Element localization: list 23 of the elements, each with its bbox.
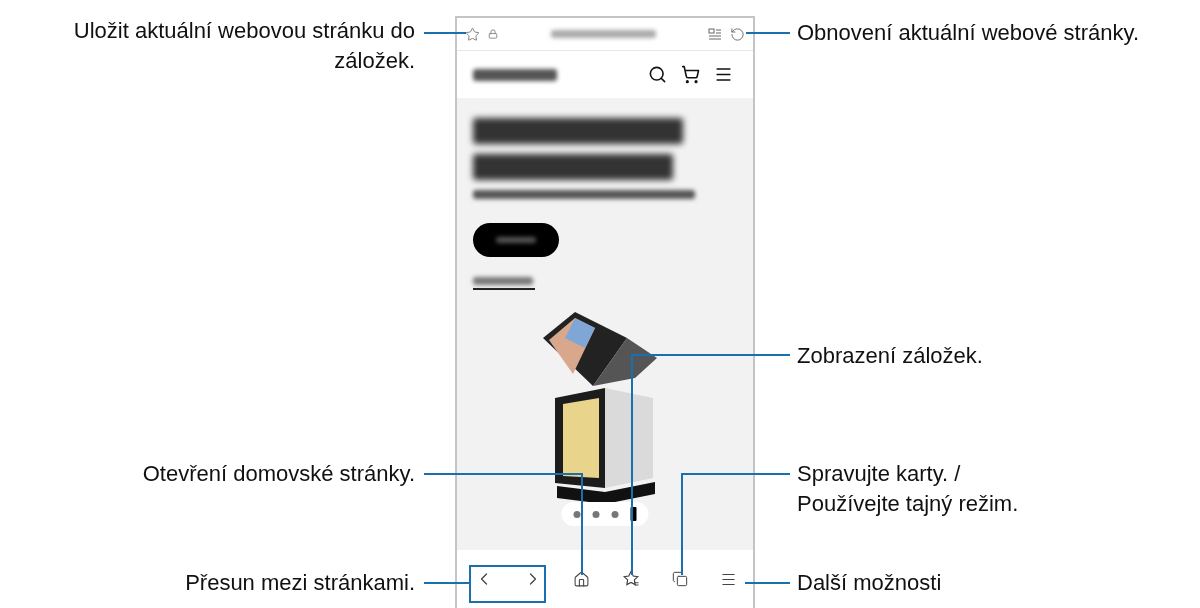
- bookmark-star-icon[interactable]: [465, 26, 480, 42]
- callout-label: Obnovení aktuální webové stránky.: [797, 19, 1139, 47]
- leader-line: [423, 582, 471, 584]
- callout-label: Další možnosti: [797, 569, 942, 597]
- refresh-icon[interactable]: [730, 26, 745, 42]
- callout-label: Zobrazení záložek.: [797, 342, 983, 370]
- bookmarks-icon[interactable]: [621, 570, 640, 588]
- callout-label: Otevření domovské stránky.: [142, 460, 415, 488]
- menu-icon[interactable]: [714, 65, 733, 84]
- search-icon[interactable]: [648, 65, 667, 84]
- blurred-link-drawing: [473, 277, 535, 290]
- callout-label: Spravujte karty. / Používejte tajný režim.: [797, 460, 1020, 518]
- callout-label: Uložit aktuální webovou stránku do záložek.: [72, 17, 415, 75]
- leader-line: [744, 582, 791, 584]
- tabs-icon[interactable]: [671, 571, 688, 587]
- leader-line: [745, 32, 791, 34]
- reader-icon[interactable]: [708, 28, 722, 40]
- lock-icon: [488, 29, 498, 39]
- carousel-indicator[interactable]: [561, 502, 649, 526]
- home-icon[interactable]: [573, 570, 590, 588]
- callout-label: Přesun mezi stránkami.: [185, 569, 415, 597]
- cart-icon[interactable]: [681, 65, 700, 84]
- leader-line: [423, 32, 467, 34]
